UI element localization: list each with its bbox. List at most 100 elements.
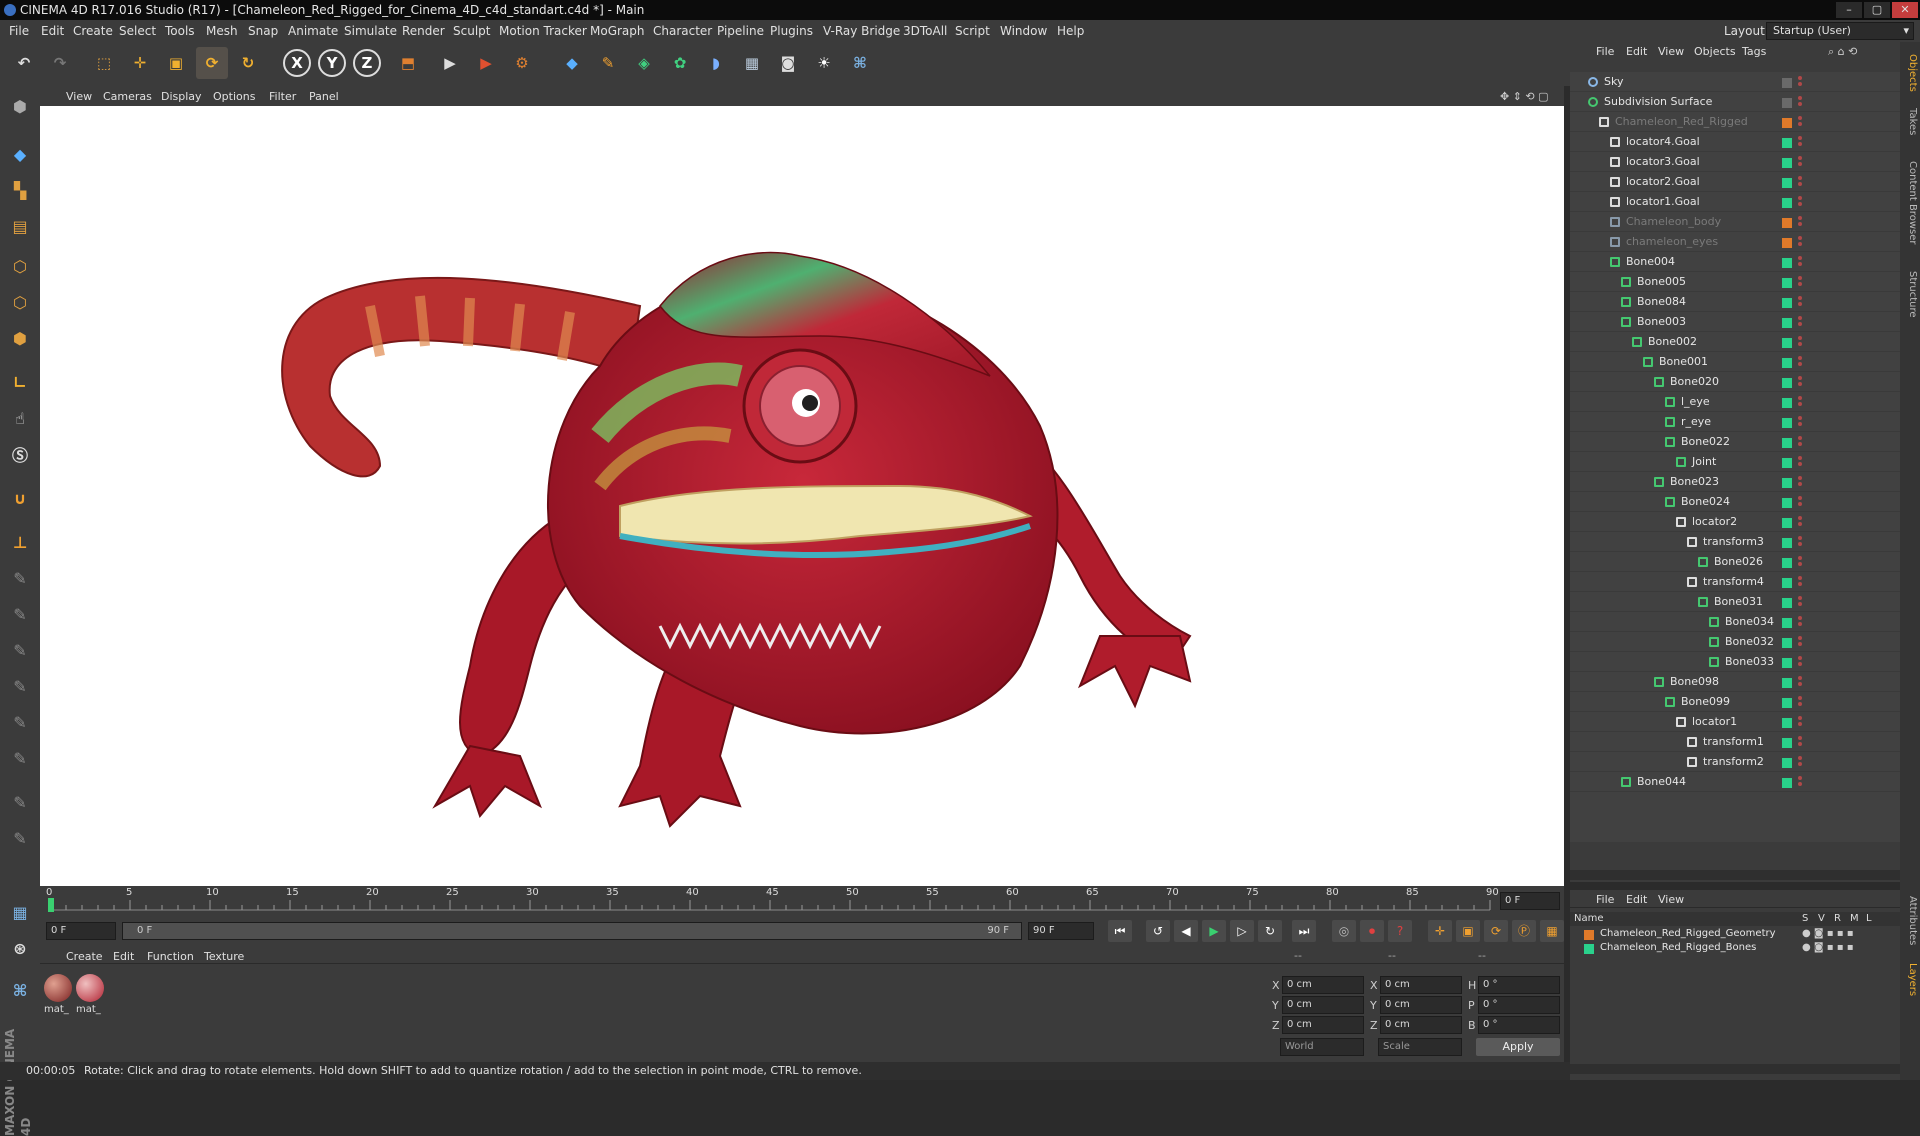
array-icon[interactable]: ✿ (664, 47, 696, 79)
menu-mograph[interactable]: MoGraph (590, 24, 645, 38)
position-z-field[interactable]: 0 cm (1282, 1016, 1364, 1034)
rotation-p-field[interactable]: 0 ° (1478, 996, 1560, 1014)
object-list-scrollbar[interactable] (1570, 870, 1900, 880)
go-to-end-icon[interactable]: ⏭ (1292, 920, 1316, 942)
layer-color-swatch[interactable] (1782, 298, 1792, 308)
quantize-icon[interactable]: ⊥ (4, 526, 36, 558)
preview-range-slider[interactable]: 0 F 90 F (122, 922, 1022, 940)
sculpt-pinch-icon[interactable]: ✎ (4, 742, 36, 774)
object-row[interactable]: locator4.Goal (1570, 132, 1900, 152)
layer-color-swatch[interactable] (1782, 618, 1792, 628)
loop-icon[interactable]: ↻ (1258, 920, 1282, 942)
key-parameter-icon[interactable]: Ⓟ (1512, 920, 1536, 942)
coordinate-mode-select[interactable]: World (1280, 1038, 1364, 1056)
object-row[interactable]: r_eye (1570, 412, 1900, 432)
layer-menu-edit[interactable]: Edit (1626, 893, 1647, 906)
visibility-dots[interactable] (1798, 336, 1802, 348)
visibility-dots[interactable] (1798, 196, 1802, 208)
tab-takes[interactable]: Takes (1902, 104, 1918, 140)
visibility-dots[interactable] (1798, 256, 1802, 268)
recent-tool-icon[interactable]: ↻ (232, 47, 264, 79)
rotation-h-field[interactable]: 0 ° (1478, 976, 1560, 994)
layer-color-swatch[interactable] (1782, 558, 1792, 568)
rotation-b-field[interactable]: 0 ° (1478, 1016, 1560, 1034)
obj-menu-tags[interactable]: Tags (1742, 45, 1766, 58)
python-script-icon[interactable]: ⌘ (4, 974, 36, 1006)
sculpt-grab-icon[interactable]: ✎ (4, 706, 36, 738)
layer-color-swatch[interactable] (1584, 944, 1594, 954)
visibility-dots[interactable] (1798, 436, 1802, 448)
material-menu-create[interactable]: Create (66, 950, 103, 963)
layer-color-swatch[interactable] (1782, 718, 1792, 728)
menu-3dtoall[interactable]: 3DToAll (903, 24, 947, 38)
layer-color-swatch[interactable] (1782, 158, 1792, 168)
go-to-start-icon[interactable]: ⏮ (1108, 920, 1132, 942)
layer-color-swatch[interactable] (1782, 638, 1792, 648)
layer-menu-file[interactable]: File (1596, 893, 1614, 906)
visibility-dots[interactable] (1798, 136, 1802, 148)
visibility-dots[interactable] (1798, 756, 1802, 768)
autokey-icon[interactable]: ? (1388, 920, 1412, 942)
object-row[interactable]: Bone005 (1570, 272, 1900, 292)
menu-animate[interactable]: Animate (288, 24, 338, 38)
layer-color-swatch[interactable] (1782, 238, 1792, 248)
sculpt-flatten-icon[interactable]: ✎ (4, 670, 36, 702)
visibility-dots[interactable] (1798, 676, 1802, 688)
object-row[interactable]: Bone020 (1570, 372, 1900, 392)
undo-icon[interactable]: ↶ (8, 47, 40, 79)
object-row[interactable]: Bone003 (1570, 312, 1900, 332)
layer-color-swatch[interactable] (1782, 518, 1792, 528)
object-row[interactable]: Bone034 (1570, 612, 1900, 632)
layer-color-swatch[interactable] (1782, 438, 1792, 448)
previous-key-icon[interactable]: ↺ (1146, 920, 1170, 942)
material-menu-texture[interactable]: Texture (204, 950, 244, 963)
timeline-ruler[interactable]: 0 5 10 15 20 25 30 35 40 45 50 55 60 65 70 75 80 85 90 0 F (40, 886, 1564, 916)
grid-lock-icon[interactable]: ▦ (4, 896, 36, 928)
object-row[interactable]: Bone024 (1570, 492, 1900, 512)
visibility-dots[interactable] (1798, 316, 1802, 328)
visibility-dots[interactable] (1798, 636, 1802, 648)
visibility-dots[interactable] (1798, 516, 1802, 528)
maximize-button[interactable]: ▢ (1864, 2, 1890, 18)
layer-color-swatch[interactable] (1782, 358, 1792, 368)
object-row[interactable]: locator2.Goal (1570, 172, 1900, 192)
x-axis-lock-button[interactable]: X (283, 49, 311, 77)
object-row[interactable]: transform2 (1570, 752, 1900, 772)
layer-menu-view[interactable]: View (1658, 893, 1684, 906)
object-row[interactable]: Joint (1570, 452, 1900, 472)
texture-mode-icon[interactable]: ▚ (4, 174, 36, 206)
record-active-icon[interactable]: ⏺ (1360, 920, 1384, 942)
size-y-field[interactable]: 0 cm (1380, 996, 1462, 1014)
z-axis-lock-button[interactable]: Z (353, 49, 381, 77)
deformer-icon[interactable]: ◗ (700, 47, 732, 79)
size-z-field[interactable]: 0 cm (1380, 1016, 1462, 1034)
menu-select[interactable]: Select (119, 24, 156, 38)
layer-color-swatch[interactable] (1782, 658, 1792, 668)
sculpt-inflate-icon[interactable]: ✎ (4, 634, 36, 666)
layer-color-swatch[interactable] (1782, 778, 1792, 788)
tab-layers[interactable]: Layers (1902, 958, 1918, 1002)
end-frame-field[interactable]: 90 F (1028, 922, 1094, 940)
layer-list-scrollbar[interactable] (1570, 1064, 1900, 1074)
object-row[interactable]: locator1 (1570, 712, 1900, 732)
viewport-menu-panel[interactable]: Panel (309, 90, 339, 103)
menu-render[interactable]: Render (402, 24, 445, 38)
camera-icon[interactable]: ◙ (772, 47, 804, 79)
object-row[interactable]: locator2 (1570, 512, 1900, 532)
menu-edit[interactable]: Edit (41, 24, 64, 38)
obj-menu-objects[interactable]: Objects (1694, 45, 1736, 58)
tweak-mode-icon[interactable]: ☝ (4, 402, 36, 434)
render-picture-viewer-icon[interactable]: ▶ (470, 47, 502, 79)
object-row[interactable]: Bone026 (1570, 552, 1900, 572)
menu-mesh[interactable]: Mesh (206, 24, 238, 38)
live-selection-icon[interactable]: ⬚ (88, 47, 120, 79)
visibility-dots[interactable] (1798, 276, 1802, 288)
visibility-dots[interactable] (1798, 116, 1802, 128)
cube-icon[interactable]: ◆ (556, 47, 588, 79)
layer-color-swatch[interactable] (1782, 538, 1792, 548)
previous-frame-icon[interactable]: ◀ (1174, 920, 1198, 942)
coordinate-system-icon[interactable]: ⬒ (392, 47, 424, 79)
layer-color-swatch[interactable] (1782, 678, 1792, 688)
visibility-dots[interactable] (1798, 396, 1802, 408)
viewport-navigation-icon[interactable]: ✥ ⇕ ⟲ ▢ (1500, 90, 1549, 103)
